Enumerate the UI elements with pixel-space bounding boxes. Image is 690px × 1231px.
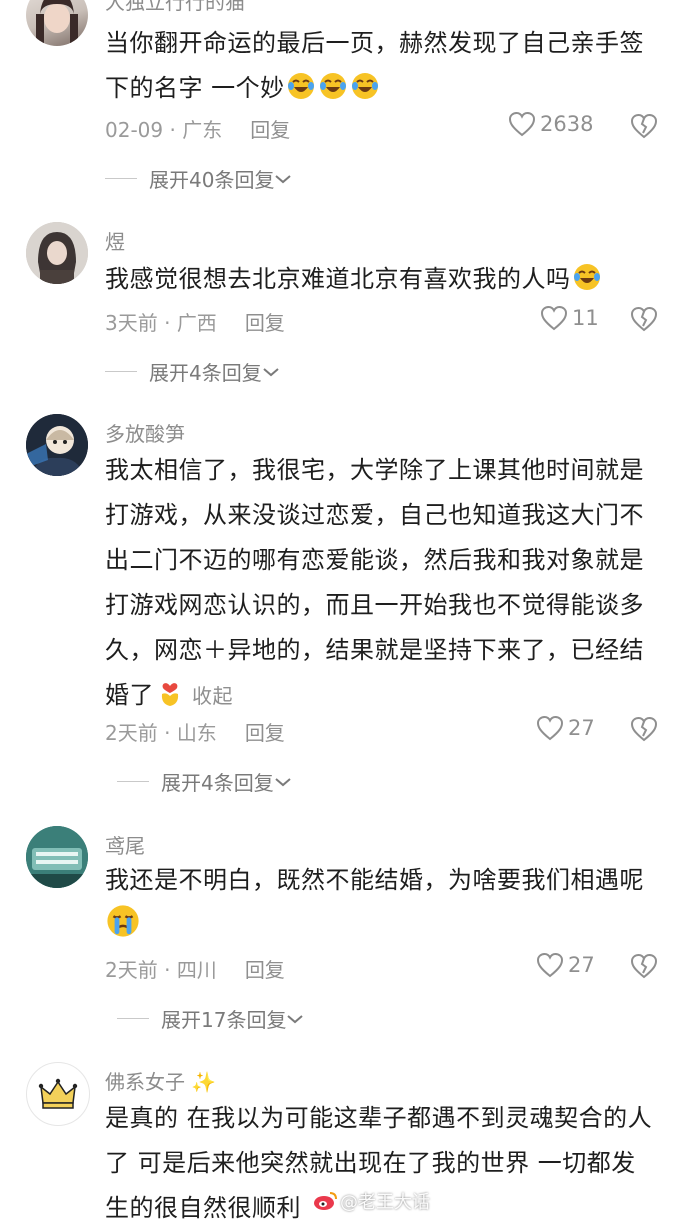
avatar-image <box>26 222 88 284</box>
laughing-crying-emoji-icon <box>318 71 348 101</box>
comment-line: 当你翻开命运的最后一页，赫然发现了自己亲手签 <box>105 29 644 57</box>
comment-date: 02-09 <box>105 118 164 142</box>
comment-meta: 2天前 · 山东 回复 <box>105 721 285 745</box>
like-button[interactable]: 27 <box>536 952 595 978</box>
expand-replies-button[interactable]: 展开4条回复 <box>105 357 280 386</box>
expand-replies-label: 展开40条回复 <box>149 168 275 192</box>
expand-replies-button[interactable]: 展开4条回复 <box>117 767 292 796</box>
comment-location: 山东 <box>176 721 217 745</box>
comment-text: 我太相信了，我很宅，大学除了上课其他时间就是 打游戏，从来没谈过恋爱，自己也知道… <box>105 448 665 719</box>
username-text: 佛系女子 <box>105 1070 185 1094</box>
like-count: 27 <box>568 953 595 977</box>
broken-heart-icon <box>630 113 658 139</box>
laughing-crying-emoji-icon <box>572 262 602 292</box>
comment-text: 我感觉很想去北京难道北京有喜欢我的人吗 <box>105 257 665 302</box>
expand-replies-button[interactable]: 展开40条回复 <box>105 164 292 193</box>
comment-location: 四川 <box>176 958 217 982</box>
comment-line: 了 可是后来他突然就出现在了我的世界 一切都发 <box>105 1149 636 1177</box>
chevron-down-icon <box>275 174 292 183</box>
reply-button[interactable]: 回复 <box>245 958 285 982</box>
laughing-crying-emoji-icon <box>286 71 316 101</box>
like-count: 27 <box>568 716 595 740</box>
divider <box>117 1018 149 1019</box>
broken-heart-icon <box>630 306 658 332</box>
comment-line-with-emoji: 婚了 收起 <box>105 673 665 719</box>
username[interactable]: 佛系女子 ✨ <box>105 1066 216 1095</box>
username[interactable]: 多放酸笋 <box>105 418 185 447</box>
expand-replies-label: 展开4条回复 <box>149 361 262 385</box>
broken-heart-icon <box>630 716 658 742</box>
collapse-button[interactable]: 收起 <box>192 684 233 708</box>
dislike-button[interactable] <box>630 953 658 983</box>
comment-date: 2天前 <box>105 958 158 982</box>
like-button[interactable]: 2638 <box>508 111 593 137</box>
like-count: 11 <box>572 306 599 330</box>
comment-meta: 3天前 · 广西 回复 <box>105 311 285 335</box>
expand-replies-label: 展开4条回复 <box>161 771 274 795</box>
chevron-down-icon <box>275 777 291 786</box>
broken-heart-icon <box>630 953 658 979</box>
username[interactable]: 煜 <box>105 226 125 255</box>
comment-text: 我还是不明白，既然不能结婚，为啥要我们相遇呢 <box>105 858 665 949</box>
divider <box>105 371 137 372</box>
divider <box>105 178 137 179</box>
comment-emoji-line <box>105 903 665 949</box>
avatar[interactable] <box>26 1062 90 1126</box>
username[interactable]: 大独立行行的猫 <box>105 0 245 15</box>
heart-icon <box>536 952 564 978</box>
avatar-image <box>26 414 88 476</box>
chevron-down-icon <box>263 367 279 376</box>
comment-meta: 02-09 · 广东 回复 <box>105 118 291 142</box>
comment-line: 久，网恋＋异地的，结果就是坚持下来了，已经结 <box>105 636 644 664</box>
reply-button[interactable]: 回复 <box>245 311 285 335</box>
comment-location: 广东 <box>182 118 223 142</box>
comment-date: 2天前 <box>105 721 158 745</box>
comment-location: 广西 <box>176 311 217 335</box>
like-button[interactable]: 27 <box>536 715 595 741</box>
divider <box>117 781 149 782</box>
comment-line: 我还是不明白，既然不能结婚，为啥要我们相遇呢 <box>105 866 644 894</box>
comment-line: 出二门不迈的哪有恋爱能谈，然后我和我对象就是 <box>105 546 644 574</box>
heart-icon <box>540 305 568 331</box>
weibo-logo-icon <box>314 1192 337 1210</box>
avatar[interactable] <box>26 414 88 476</box>
dislike-button[interactable] <box>630 306 658 336</box>
like-button[interactable]: 11 <box>540 305 599 331</box>
dislike-button[interactable] <box>630 113 658 143</box>
watermark-text: @老王大话 <box>340 1192 430 1213</box>
comment-meta: 2天前 · 四川 回复 <box>105 958 285 982</box>
chevron-down-icon <box>287 1014 304 1023</box>
like-count: 2638 <box>540 112 594 136</box>
username[interactable]: 鸢尾 <box>105 830 145 859</box>
comment-line: 下的名字 一个妙 <box>105 74 285 102</box>
comment-line: 婚了 <box>105 681 154 709</box>
comment-text: 当你翻开命运的最后一页，赫然发现了自己亲手签 下的名字 一个妙 <box>105 21 665 111</box>
comment-date: 3天前 <box>105 311 158 335</box>
watermark: @老王大话 <box>312 1188 430 1214</box>
heart-icon <box>508 111 536 137</box>
avatar-image <box>26 826 88 888</box>
comment-line-with-emoji: 我感觉很想去北京难道北京有喜欢我的人吗 <box>105 257 665 302</box>
crying-emoji-icon <box>105 903 141 939</box>
comment-line: 我感觉很想去北京难道北京有喜欢我的人吗 <box>105 265 571 293</box>
reply-button[interactable]: 回复 <box>245 721 285 745</box>
comment-line: 是真的 在我以为可能这辈子都遇不到灵魂契合的人 <box>105 1104 653 1132</box>
expand-replies-label: 展开17条回复 <box>161 1008 287 1032</box>
comment-line-with-emoji: 下的名字 一个妙 <box>105 66 665 111</box>
heart-hands-emoji-icon <box>155 678 185 708</box>
laughing-crying-emoji-icon <box>350 71 380 101</box>
comment-line: 我太相信了，我很宅，大学除了上课其他时间就是 <box>105 456 644 484</box>
comment-line: 打游戏网恋认识的，而且一开始我也不觉得能谈多 <box>105 591 644 619</box>
reply-button[interactable]: 回复 <box>250 118 290 142</box>
expand-replies-button[interactable]: 展开17条回复 <box>117 1004 304 1033</box>
crown-icon <box>38 1078 78 1109</box>
avatar[interactable] <box>26 0 88 46</box>
avatar[interactable] <box>26 222 88 284</box>
avatar-image <box>36 0 78 44</box>
comment-line: 打游戏，从来没谈过恋爱，自己也知道我这大门不 <box>105 501 644 529</box>
avatar[interactable] <box>26 826 88 888</box>
dislike-button[interactable] <box>630 716 658 746</box>
heart-icon <box>536 715 564 741</box>
sparkles-icon: ✨ <box>191 1070 217 1094</box>
